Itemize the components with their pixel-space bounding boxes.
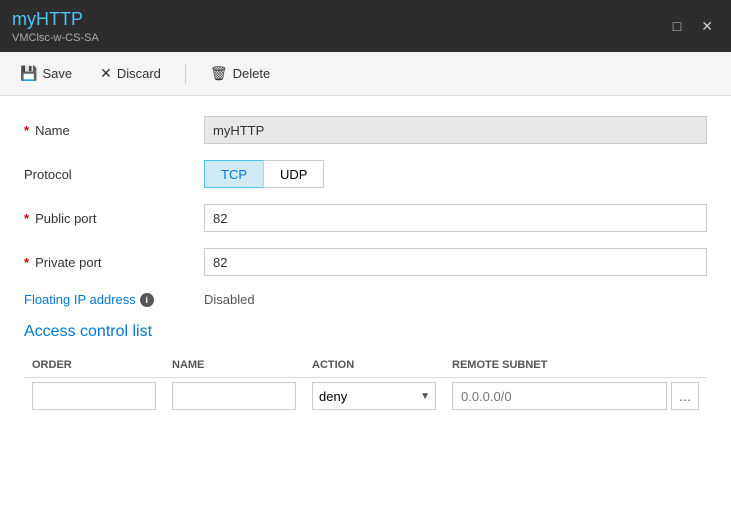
acl-order-input[interactable] (32, 382, 156, 410)
col-action: ACTION (304, 355, 444, 378)
acl-action-select-wrapper: deny allow ▼ (312, 382, 436, 410)
name-input[interactable] (204, 116, 707, 144)
floating-ip-value: Disabled (204, 292, 255, 307)
floating-ip-label-text: Floating IP address (24, 292, 136, 307)
discard-button[interactable]: ✕ Discard (96, 63, 165, 84)
protocol-label: Protocol (24, 167, 204, 182)
floating-ip-control-area: Disabled (204, 292, 707, 307)
acl-action-select[interactable]: deny allow (312, 382, 436, 410)
title-my: my (12, 9, 36, 29)
public-port-input[interactable] (204, 204, 707, 232)
acl-table: ORDER NAME ACTION REMOTE SUBNET deny (24, 355, 707, 414)
delete-icon: 🗑 (210, 65, 228, 82)
acl-name-input[interactable] (172, 382, 296, 410)
private-port-required-star: * (24, 255, 29, 270)
title-http: HTTP (36, 9, 83, 29)
protocol-label-text: Protocol (24, 167, 72, 182)
col-order: ORDER (24, 355, 164, 378)
acl-name-cell (164, 378, 304, 415)
floating-ip-label: Floating IP address i (24, 292, 204, 307)
public-port-control-area (204, 204, 707, 232)
floating-ip-row: Floating IP address i Disabled (24, 292, 707, 307)
name-control-area (204, 116, 707, 144)
protocol-tcp-button[interactable]: TCP (204, 160, 263, 188)
private-port-control-area (204, 248, 707, 276)
save-icon: 💾 (20, 65, 37, 82)
protocol-udp-button[interactable]: UDP (263, 160, 324, 188)
private-port-row: * Private port (24, 248, 707, 276)
save-label: Save (42, 66, 72, 81)
acl-action-cell: deny allow ▼ (304, 378, 444, 415)
toolbar: 💾 Save ✕ Discard 🗑 Delete (0, 52, 731, 96)
acl-row: deny allow ▼ … (24, 378, 707, 415)
content-area: * Name Protocol TCP UDP * Public port (0, 96, 731, 514)
delete-label: Delete (233, 66, 271, 81)
protocol-row: Protocol TCP UDP (24, 160, 707, 188)
col-remote-subnet: REMOTE SUBNET (444, 355, 707, 378)
save-button[interactable]: 💾 Save (16, 63, 76, 84)
acl-section-title: Access control list (24, 323, 707, 341)
acl-header-row: ORDER NAME ACTION REMOTE SUBNET (24, 355, 707, 378)
toolbar-divider (185, 64, 186, 84)
remote-subnet-input[interactable] (452, 382, 667, 410)
name-label-text: Name (35, 123, 70, 138)
public-port-row: * Public port (24, 204, 707, 232)
close-button[interactable]: ✕ (695, 16, 719, 37)
name-row: * Name (24, 116, 707, 144)
title-bar: myHTTP VMClsc-w-CS-SA □ ✕ (0, 0, 731, 52)
name-required-star: * (24, 123, 29, 138)
protocol-group: TCP UDP (204, 160, 707, 188)
discard-label: Discard (117, 66, 161, 81)
app-subtitle: VMClsc-w-CS-SA (12, 32, 99, 44)
public-port-required-star: * (24, 211, 29, 226)
discard-icon: ✕ (100, 65, 112, 82)
protocol-control-area: TCP UDP (204, 160, 707, 188)
floating-ip-info-icon[interactable]: i (140, 293, 154, 307)
acl-order-cell (24, 378, 164, 415)
name-label: * Name (24, 123, 204, 138)
app-title: myHTTP (12, 9, 99, 30)
public-port-label-text: Public port (35, 211, 96, 226)
delete-button[interactable]: 🗑 Delete (206, 63, 274, 84)
private-port-label: * Private port (24, 255, 204, 270)
private-port-input[interactable] (204, 248, 707, 276)
remote-subnet-wrapper: … (452, 382, 699, 410)
minimize-button[interactable]: □ (667, 16, 687, 37)
public-port-label: * Public port (24, 211, 204, 226)
col-name: NAME (164, 355, 304, 378)
private-port-label-text: Private port (35, 255, 101, 270)
acl-remote-subnet-cell: … (444, 378, 707, 415)
remote-subnet-ellipsis-button[interactable]: … (671, 382, 699, 410)
